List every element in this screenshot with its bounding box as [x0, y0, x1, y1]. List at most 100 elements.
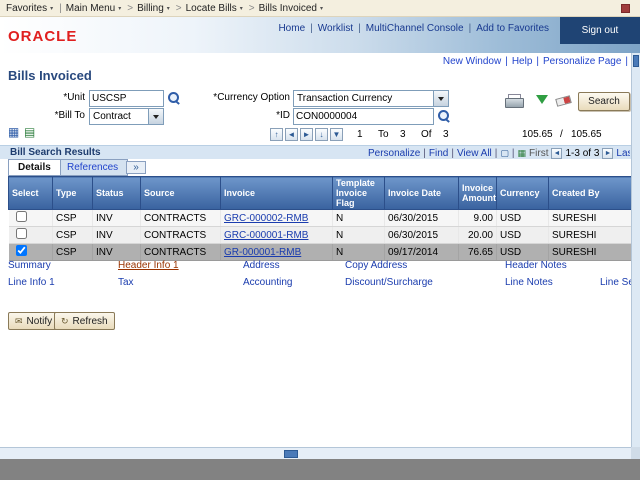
popout-icon[interactable]: ▢	[500, 148, 509, 159]
first-label: First	[529, 148, 548, 159]
separator: /	[560, 129, 563, 140]
filter-funnel-icon[interactable]	[536, 95, 548, 104]
cell-type: CSP	[53, 227, 93, 244]
separator: |	[625, 56, 628, 67]
last-link[interactable]: Last	[616, 148, 630, 159]
address-link[interactable]: Address	[243, 260, 280, 271]
show-all-icon[interactable]: ▼	[330, 128, 343, 141]
id-lookup-icon[interactable]	[437, 109, 451, 123]
eraser-icon[interactable]	[555, 95, 572, 107]
breadcrumb-item-favorites[interactable]: Favorites ▾	[6, 3, 55, 14]
worklist-link[interactable]: Worklist	[313, 23, 358, 34]
prev-page-icon[interactable]: ◄	[551, 148, 562, 159]
results-controls: Personalize | Find | View All | ▢ | ▦ Fi…	[368, 147, 630, 159]
tab-details[interactable]: Details	[8, 159, 61, 176]
cell-type: CSP	[53, 210, 93, 227]
status-bar	[0, 459, 640, 480]
show-all-tabs-icon[interactable]: »	[126, 161, 146, 174]
search-button[interactable]: Search	[578, 92, 630, 111]
breadcrumb-item-main-menu[interactable]: Main Menu ▾	[66, 3, 123, 14]
results-title: Bill Search Results	[10, 147, 101, 158]
cell-source: CONTRACTS	[141, 227, 221, 244]
horizontal-scrollbar-thumb[interactable]	[284, 450, 298, 458]
header-links: Home | Worklist | MultiChannel Console |…	[273, 23, 554, 34]
vertical-scrollbar[interactable]	[631, 53, 640, 447]
chevron-down-icon: ▾	[320, 5, 323, 12]
view-all-link[interactable]: View All	[457, 148, 492, 159]
new-window-link[interactable]: New Window	[443, 56, 501, 67]
download-grid-icon[interactable]: ▦	[518, 148, 527, 159]
next-row-icon[interactable]: ►	[300, 128, 313, 141]
horizontal-scrollbar[interactable]	[0, 447, 632, 459]
copy-address-link[interactable]: Copy Address	[345, 260, 407, 271]
vertical-scrollbar-thumb[interactable]	[633, 55, 639, 67]
invoice-link[interactable]: GR-000001-RMB	[224, 247, 301, 258]
accounting-link[interactable]: Accounting	[243, 277, 292, 288]
cell-status: INV	[93, 244, 141, 261]
col-created-by: Created By	[549, 177, 633, 210]
invoice-link[interactable]: GRC-000001-RMB	[224, 230, 308, 241]
header-notes-link[interactable]: Header Notes	[505, 260, 567, 271]
breadcrumb-item-locate-bills[interactable]: Locate Bills ▾	[186, 3, 245, 14]
table-row: CSP INV CONTRACTS GRC-000002-RMB N 06/30…	[9, 210, 633, 227]
red-square-icon[interactable]	[621, 4, 630, 13]
amount-total: 105.65	[571, 129, 602, 140]
row-select-checkbox[interactable]	[16, 211, 27, 222]
personalize-page-link[interactable]: Personalize Page	[543, 56, 621, 67]
line-notes-link[interactable]: Line Notes	[505, 277, 553, 288]
pager-of-label: Of	[421, 129, 432, 140]
breadcrumb-label: Locate Bills	[186, 3, 237, 14]
col-currency: Currency	[497, 177, 549, 210]
prev-row-icon[interactable]: ◄	[285, 128, 298, 141]
notify-button[interactable]: ✉ Notify	[8, 312, 59, 330]
pager-to-label: To	[378, 129, 389, 140]
breadcrumb-label: Main Menu	[66, 3, 115, 14]
cell-created-by: SURESHI	[549, 244, 633, 261]
next-page-icon[interactable]: ►	[602, 148, 613, 159]
header-info-1-link[interactable]: Header Info 1	[118, 260, 179, 271]
breadcrumb-item-bills-invoiced[interactable]: Bills Invoiced ▾	[259, 3, 325, 14]
sign-out-button[interactable]: Sign out	[560, 17, 640, 44]
cell-created-by: SURESHI	[549, 227, 633, 244]
oracle-logo: ORACLE	[8, 28, 77, 45]
bills-invoiced-page: Favorites ▾ | Main Menu ▾ > Billing ▾ > …	[0, 0, 640, 480]
add-to-favorites-link[interactable]: Add to Favorites	[471, 23, 554, 34]
personalize-link[interactable]: Personalize	[368, 148, 420, 159]
refresh-icon: ↻	[61, 316, 69, 327]
chevron-down-icon	[433, 91, 448, 106]
separator: |	[423, 148, 426, 159]
download-icon[interactable]: ▤	[24, 126, 35, 139]
cell-source: CONTRACTS	[141, 244, 221, 261]
cell-status: INV	[93, 210, 141, 227]
col-invoice-amount: Invoice Amount	[459, 177, 497, 210]
discount-surcharge-link[interactable]: Discount/Surcharge	[345, 277, 433, 288]
home-link[interactable]: Home	[273, 23, 310, 34]
scroll-top-icon[interactable]: ↑	[270, 128, 283, 141]
printer-icon[interactable]	[505, 94, 523, 107]
id-label: *ID	[140, 110, 290, 121]
scroll-bottom-icon[interactable]: ↓	[315, 128, 328, 141]
grid-icon[interactable]: ▦	[8, 126, 19, 139]
separator: |	[505, 56, 508, 67]
breadcrumb-item-billing[interactable]: Billing ▾	[137, 3, 172, 14]
id-input[interactable]	[293, 108, 434, 125]
help-link[interactable]: Help	[512, 56, 533, 67]
line-info-1-link[interactable]: Line Info 1	[8, 277, 55, 288]
tax-link[interactable]: Tax	[118, 277, 134, 288]
separator: >	[176, 3, 182, 14]
invoice-link[interactable]: GRC-000002-RMB	[224, 213, 308, 224]
tab-references[interactable]: References	[57, 159, 128, 176]
results-header-bar: Bill Search Results Personalize | Find |…	[0, 145, 632, 159]
row-select-checkbox[interactable]	[16, 245, 27, 256]
row-select-checkbox[interactable]	[16, 228, 27, 239]
summary-link[interactable]: Summary	[8, 260, 51, 271]
table-row-selected: CSP INV CONTRACTS GR-000001-RMB N 09/17/…	[9, 244, 633, 261]
currency-option-label: *Currency Option	[140, 92, 290, 103]
currency-option-select[interactable]: Transaction Currency	[293, 90, 449, 107]
multichannel-console-link[interactable]: MultiChannel Console	[361, 23, 469, 34]
breadcrumb-label: Billing	[137, 3, 164, 14]
unit-label: *Unit	[0, 92, 85, 103]
scrollbar-corner	[631, 447, 640, 459]
find-link[interactable]: Find	[429, 148, 448, 159]
refresh-button[interactable]: ↻ Refresh	[54, 312, 115, 330]
